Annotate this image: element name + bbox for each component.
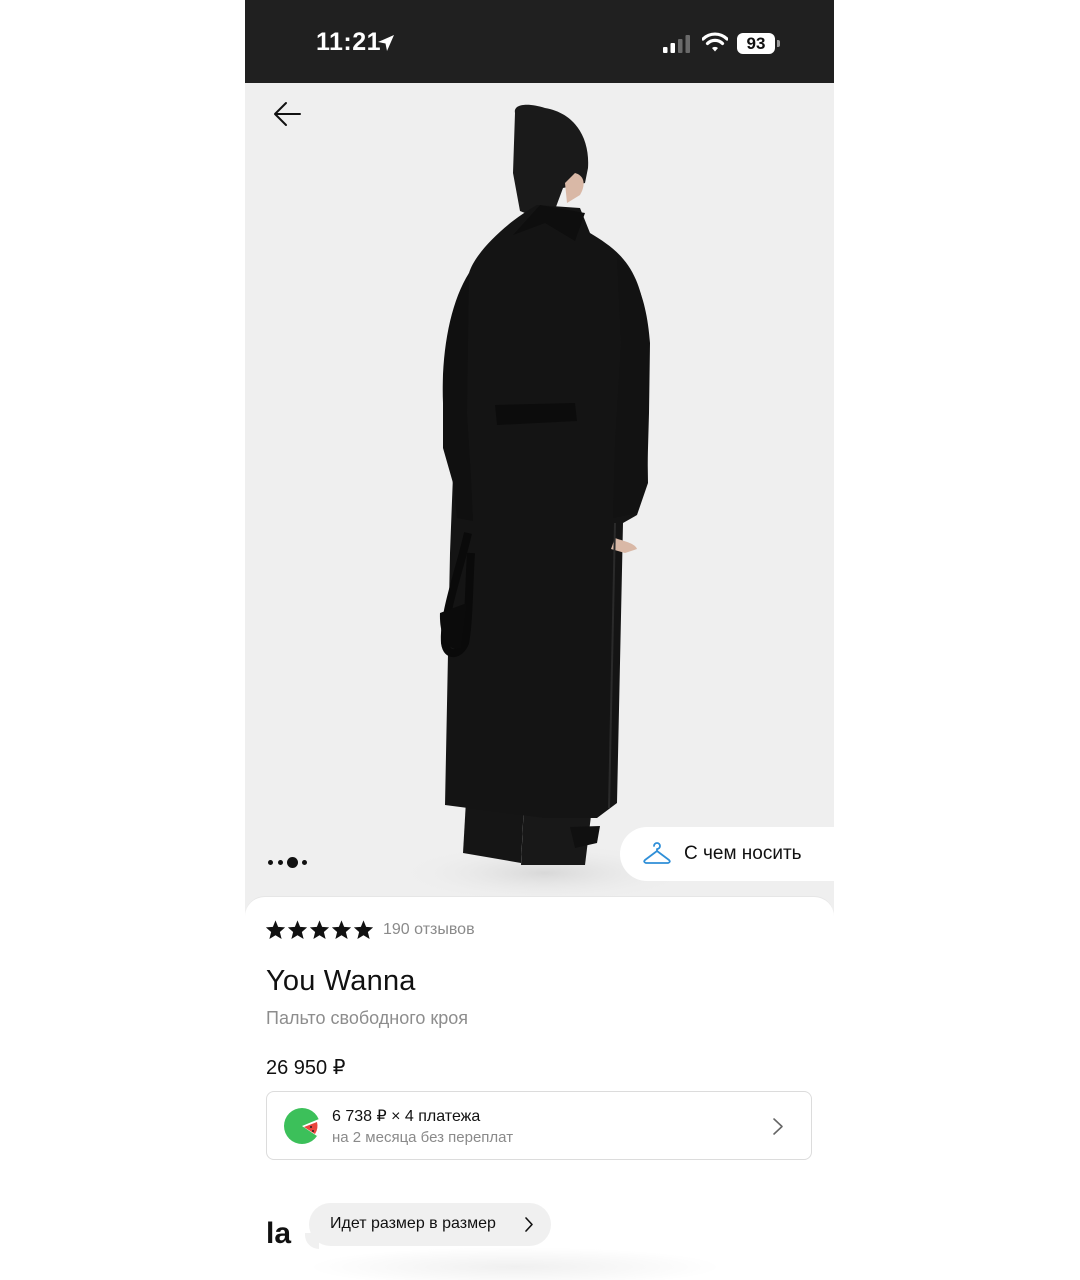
carousel-dot[interactable]: [268, 860, 273, 865]
chevron-right-icon: [525, 1217, 533, 1232]
section-title: la: [266, 1217, 292, 1250]
size-section: la Идет размер в размер: [245, 1197, 834, 1280]
what-to-wear-button[interactable]: С чем носить: [620, 827, 834, 881]
what-to-wear-label: С чем носить: [684, 843, 802, 864]
star-icon: [353, 920, 374, 939]
star-icon: [309, 920, 330, 939]
hanger-icon: [643, 842, 671, 864]
product-image-carousel[interactable]: С чем носить: [245, 83, 834, 913]
chevron-right-icon: [773, 1118, 783, 1135]
star-icon: [331, 920, 352, 939]
wifi-icon: [702, 32, 728, 52]
star-icon: [287, 920, 308, 939]
reviews-link[interactable]: 190 отзывов: [383, 921, 475, 939]
size-fit-label: Идет размер в размер: [330, 1215, 496, 1232]
product-name: Пальто свободного кроя: [266, 1008, 469, 1028]
battery-level: 93: [737, 33, 775, 54]
carousel-dot[interactable]: [278, 860, 283, 865]
product-photo: [395, 104, 695, 903]
product-price: 26 950 ₽: [266, 1057, 346, 1079]
product-info-sheet: 190 отзывов You Wanna Пальто свободного …: [245, 896, 834, 1280]
battery-cap: [777, 40, 780, 47]
carousel-dot[interactable]: [302, 860, 307, 865]
star-icon: [265, 920, 286, 939]
status-bar: 11:21 93: [245, 0, 834, 83]
carousel-dot-active[interactable]: [287, 857, 298, 868]
status-time: 11:21: [316, 28, 382, 56]
carousel-dots[interactable]: [268, 855, 318, 869]
back-arrow-icon[interactable]: [272, 100, 304, 128]
installment-amount: 6 738 ₽ × 4 платежа: [332, 1108, 481, 1125]
location-arrow-icon: [378, 35, 394, 51]
split-payment-logo-icon: [284, 1108, 321, 1144]
installment-terms: на 2 месяца без переплат: [332, 1129, 514, 1146]
brand-name[interactable]: You Wanna: [266, 965, 416, 998]
size-fit-button[interactable]: Идет размер в размер: [305, 1203, 551, 1249]
rating-stars[interactable]: [265, 919, 374, 941]
battery-icon: 93: [737, 33, 781, 54]
content-shadow: [305, 1247, 725, 1280]
installment-offer[interactable]: 6 738 ₽ × 4 платежа на 2 месяца без пере…: [266, 1091, 812, 1160]
product-screen: 11:21 93 С чем носить 190 отзывов You Wa…: [245, 0, 834, 1280]
signal-icon: [663, 35, 690, 53]
